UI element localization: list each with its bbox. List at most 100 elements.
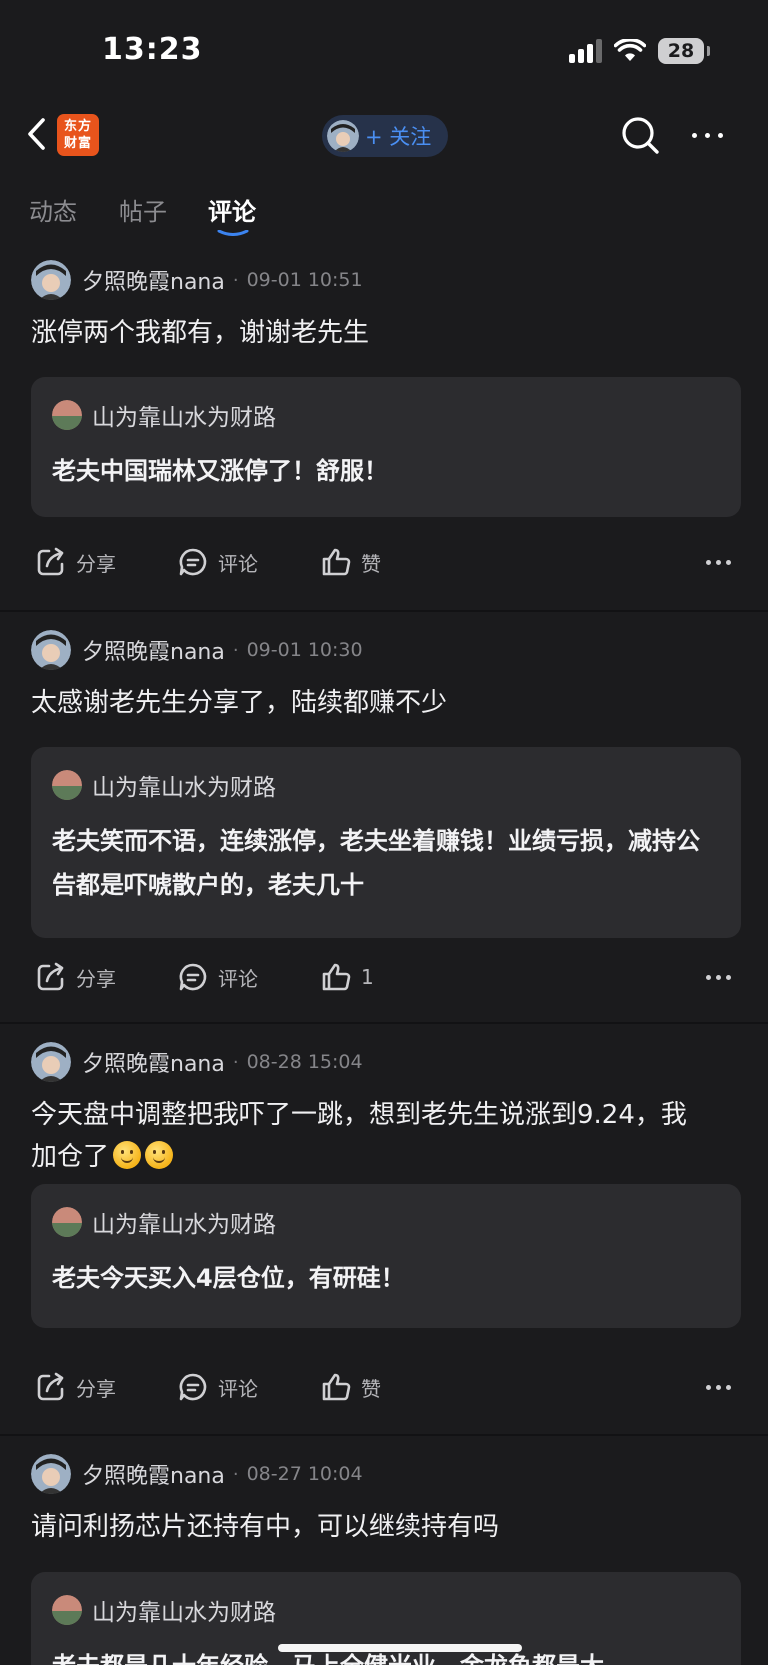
battery-icon: 28 [658, 38, 710, 64]
more-options-icon[interactable] [698, 957, 738, 997]
share-label: 分享 [76, 1376, 116, 1401]
comment-text[interactable]: 今天盘中调整把我吓了一跳，想到老先生说涨到9.24，我加仓了 [31, 1094, 708, 1178]
user-avatar [327, 120, 359, 152]
top-nav-bar: 东方 财富 + 关注 [0, 100, 768, 172]
quoted-post-header: 山为靠山水为财路 [52, 1206, 719, 1238]
like-label: 赞 [361, 1376, 381, 1401]
search-icon[interactable] [618, 113, 662, 157]
author-name[interactable]: 夕照晚霞nana [82, 1458, 225, 1490]
share-icon [37, 962, 64, 991]
thumbs-up-icon [322, 963, 351, 991]
comment-text[interactable]: 请问利扬芯片还持有中，可以继续持有吗 [31, 1506, 708, 1548]
comment-text[interactable]: 涨停两个我都有，谢谢老先生 [31, 312, 708, 354]
share-icon [37, 1372, 64, 1401]
logo-line1: 东方 [63, 119, 92, 134]
smile-emoji [113, 1141, 142, 1169]
comment-header: 夕照晚霞nana · 08-27 10:04 [31, 1454, 363, 1494]
comment-button[interactable]: 评论 [177, 542, 258, 582]
follow-button[interactable]: + 关注 [322, 115, 448, 157]
separator-dot: · [232, 269, 239, 291]
author-name[interactable]: 夕照晚霞nana [82, 264, 225, 296]
more-options-icon[interactable] [698, 542, 738, 582]
share-button[interactable]: 分享 [35, 542, 116, 582]
smile-emoji [145, 1141, 174, 1169]
tab-activity[interactable]: 动态 [29, 192, 77, 227]
home-indicator [278, 1644, 522, 1652]
comment-icon [179, 1373, 207, 1401]
thumbs-up-icon [322, 548, 351, 576]
post-time: 09-01 10:51 [246, 269, 363, 291]
like-button[interactable]: 赞 [320, 1367, 381, 1407]
quoted-text: 老夫中国瑞林又涨停了！舒服！ [52, 457, 388, 485]
thumbs-up-icon [322, 1373, 351, 1401]
comment-text[interactable]: 太感谢老先生分享了，陆续都赚不少 [31, 682, 708, 724]
comment-label: 评论 [218, 551, 258, 576]
like-button[interactable]: 1 [320, 957, 374, 997]
avatar[interactable] [31, 630, 71, 670]
quoted-post-header: 山为靠山水为财路 [52, 1594, 719, 1626]
comment-label: 评论 [218, 966, 258, 991]
more-options-icon[interactable] [682, 118, 732, 152]
separator-dot: · [232, 639, 239, 661]
quoted-post[interactable]: 山为靠山水为财路 老夫笑而不语，连续涨停，老夫坐着赚钱！业绩亏损，减持公告都是吓… [31, 747, 741, 938]
post-time: 08-27 10:04 [246, 1463, 363, 1485]
comment-feed: 夕照晚霞nana · 09-01 10:51 涨停两个我都有，谢谢老先生 山为靠… [0, 242, 768, 1665]
eastmoney-logo[interactable]: 东方 财富 [57, 114, 99, 156]
quoted-text: 老夫今天买入4层仓位，有研硅！ [52, 1264, 405, 1292]
comment-card: 夕照晚霞nana · 09-01 10:30 太感谢老先生分享了，陆续都赚不少 … [0, 612, 768, 1024]
post-time: 08-28 15:04 [246, 1051, 363, 1073]
tab-comments[interactable]: 评论 [208, 192, 256, 227]
comment-card: 夕照晚霞nana · 09-01 10:51 涨停两个我都有，谢谢老先生 山为靠… [0, 242, 768, 612]
like-button[interactable]: 赞 [320, 542, 381, 582]
author-name[interactable]: 夕照晚霞nana [82, 634, 225, 666]
action-bar: 分享 评论 赞 [31, 1367, 738, 1407]
comment-header: 夕照晚霞nana · 08-28 15:04 [31, 1042, 363, 1082]
logo-line2: 财富 [63, 136, 92, 151]
status-time: 13:23 [102, 32, 203, 67]
comment-button[interactable]: 评论 [177, 957, 258, 997]
separator-dot: · [232, 1051, 239, 1073]
quoted-avatar [52, 770, 82, 800]
quoted-author: 山为靠山水为财路 [92, 1600, 276, 1626]
post-time: 09-01 10:30 [246, 639, 363, 661]
comment-card: 夕照晚霞nana · 08-27 10:04 请问利扬芯片还持有中，可以继续持有… [0, 1436, 768, 1665]
quoted-post-header: 山为靠山水为财路 [52, 399, 719, 431]
author-name[interactable]: 夕照晚霞nana [82, 1046, 225, 1078]
quoted-author: 山为靠山水为财路 [92, 1212, 276, 1238]
avatar[interactable] [31, 1042, 71, 1082]
share-label: 分享 [76, 551, 116, 576]
comment-icon [179, 963, 207, 991]
avatar[interactable] [31, 1454, 71, 1494]
share-button[interactable]: 分享 [35, 957, 116, 997]
comment-label: 评论 [218, 1376, 258, 1401]
back-arrow-icon[interactable] [22, 112, 52, 156]
quoted-post[interactable]: 山为靠山水为财路 老夫中国瑞林又涨停了！舒服！ [31, 377, 741, 517]
action-bar: 分享 评论 赞 [31, 542, 738, 582]
comment-header: 夕照晚霞nana · 09-01 10:30 [31, 630, 363, 670]
quoted-post-header: 山为靠山水为财路 [52, 769, 719, 801]
status-icons: 28 [569, 36, 710, 66]
quoted-post[interactable]: 山为靠山水为财路 老夫今天买入4层仓位，有研硅！ [31, 1184, 741, 1328]
avatar[interactable] [31, 260, 71, 300]
follow-label: + 关注 [365, 125, 432, 149]
like-label: 赞 [361, 551, 381, 576]
share-button[interactable]: 分享 [35, 1367, 116, 1407]
comment-icon [179, 548, 207, 576]
active-tab-indicator [217, 230, 249, 236]
quoted-author: 山为靠山水为财路 [92, 775, 276, 801]
separator-dot: · [232, 1463, 239, 1485]
comment-header: 夕照晚霞nana · 09-01 10:51 [31, 260, 363, 300]
profile-tabs: 动态 帖子 评论 [0, 172, 768, 240]
more-options-icon[interactable] [698, 1367, 738, 1407]
comment-button[interactable]: 评论 [177, 1367, 258, 1407]
quoted-avatar [52, 1207, 82, 1237]
status-bar: 13:23 28 [0, 0, 768, 100]
action-bar: 分享 评论 1 [31, 957, 738, 997]
comment-card: 夕照晚霞nana · 08-28 15:04 今天盘中调整把我吓了一跳，想到老先… [0, 1024, 768, 1436]
share-label: 分享 [76, 966, 116, 991]
quoted-avatar [52, 400, 82, 430]
cellular-signal-icon [569, 39, 602, 63]
share-icon [37, 547, 64, 576]
tab-posts[interactable]: 帖子 [119, 192, 167, 227]
quoted-author: 山为靠山水为财路 [92, 405, 276, 431]
